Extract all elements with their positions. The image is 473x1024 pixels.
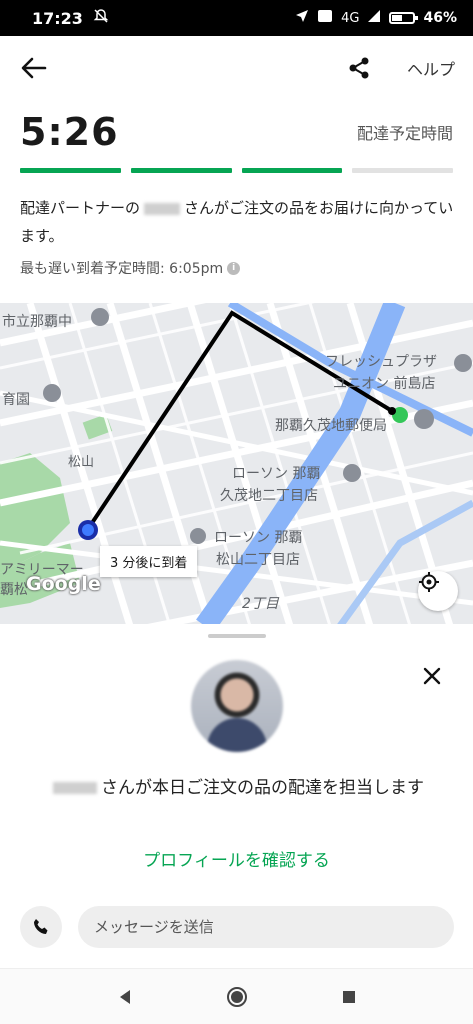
courier-avatar xyxy=(191,660,283,752)
map-label-fresh-plaza-2: ユニオン 前島店 xyxy=(333,376,436,392)
back-triangle-icon[interactable] xyxy=(109,981,141,1013)
courier-assignment-label: さんが本日ご注文の品の配達を担当します xyxy=(101,778,424,798)
map-label-school: 市立那覇中 xyxy=(2,314,72,330)
delivery-progress-bar xyxy=(20,168,453,173)
map-label-post-office: 那覇久茂地郵便局 xyxy=(275,418,387,434)
location-icon xyxy=(295,9,309,27)
latest-arrival-text: 最も遅い到着予定時間: 6:05pm xyxy=(20,261,224,277)
progress-segment xyxy=(20,168,121,173)
courier-name-blurred xyxy=(53,782,97,794)
delivery-map[interactable]: 市立那覇中 育園 松山 フレッシュプラザ ユニオン 前島店 那覇久茂地郵便局 ロ… xyxy=(0,303,473,626)
status-bar: 17:23 4G 46% xyxy=(0,0,473,36)
eta-label: 配達予定時間 xyxy=(356,124,453,143)
home-circle-icon[interactable] xyxy=(221,981,253,1013)
courier-assignment-text: さんが本日ご注文の品の配達を担当します xyxy=(30,774,443,802)
volte-icon xyxy=(317,9,333,27)
map-label-family-2: 覇松 xyxy=(0,582,28,598)
signal-icon xyxy=(367,9,381,27)
latest-arrival: 最も遅い到着予定時間: 6:05pm i xyxy=(20,258,241,278)
map-label-chome: 2丁目 xyxy=(242,596,279,612)
delivery-status-text: 配達パートナーの さんがご注文の品をお届けに向かっています。 xyxy=(20,194,460,250)
status-prefix: 配達パートナーの xyxy=(20,199,141,217)
partner-name-blurred xyxy=(144,202,181,215)
battery-percent: 46% xyxy=(423,10,457,26)
view-profile-link[interactable]: プロフィールを確認する xyxy=(0,846,473,871)
message-input[interactable] xyxy=(78,906,454,948)
progress-segment xyxy=(241,168,343,173)
phone-icon[interactable] xyxy=(20,906,62,948)
google-logo: Google xyxy=(26,573,101,595)
info-icon[interactable]: i xyxy=(227,261,241,275)
close-icon[interactable] xyxy=(420,664,444,688)
map-label-park: 育園 xyxy=(2,392,30,408)
progress-segment xyxy=(352,168,453,173)
recents-square-icon[interactable] xyxy=(333,981,365,1013)
network-type: 4G xyxy=(341,10,360,26)
map-label-lawson1-2: 久茂地二丁目店 xyxy=(220,488,318,504)
eta-time: 5:26 xyxy=(20,110,119,154)
help-link[interactable]: ヘルプ xyxy=(407,56,455,80)
map-label-lawson1-1: ローソン 那覇 xyxy=(232,466,321,482)
mute-icon xyxy=(93,8,109,28)
share-icon[interactable] xyxy=(343,52,375,84)
arrival-bubble: 3 分後に到着 xyxy=(100,546,198,577)
system-nav-bar xyxy=(0,968,473,1024)
battery-icon xyxy=(389,12,419,24)
map-label-matsuyama: 松山 xyxy=(68,455,95,470)
top-header: ヘルプ xyxy=(0,36,473,100)
map-label-lawson2-2: 松山二丁目店 xyxy=(216,552,300,568)
back-arrow-icon[interactable] xyxy=(18,52,50,84)
eta-row: 5:26 配達予定時間 xyxy=(20,106,453,158)
progress-segment xyxy=(130,168,232,173)
locate-me-icon[interactable] xyxy=(418,571,458,611)
courier-sheet: さんが本日ご注文の品の配達を担当します プロフィールを確認する xyxy=(0,624,473,968)
status-time: 17:23 xyxy=(32,8,83,28)
map-label-lawson2-1: ローソン 那覇 xyxy=(214,530,303,546)
map-label-fresh-plaza-1: フレッシュプラザ xyxy=(325,354,437,370)
sheet-drag-handle[interactable] xyxy=(208,634,266,638)
